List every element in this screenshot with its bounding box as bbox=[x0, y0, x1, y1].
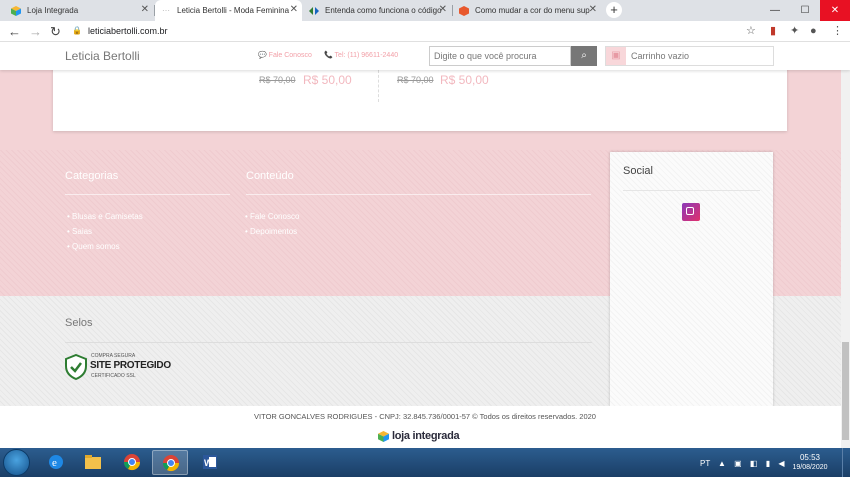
pdf-extension-icon[interactable]: ▮ bbox=[770, 24, 776, 39]
taskbar-word[interactable]: W bbox=[192, 450, 228, 475]
phone-info: 📞 Tel: (11) 96611-2440 bbox=[324, 51, 398, 59]
tab-loja-integrada[interactable]: Loja Integrada ✕ bbox=[5, 0, 153, 21]
tab-entenda-codigo[interactable]: Entenda como funciona o código ✕ bbox=[303, 0, 451, 21]
bookmark-star-icon[interactable]: ☆ bbox=[746, 24, 756, 39]
divider bbox=[623, 190, 760, 191]
close-icon[interactable]: ✕ bbox=[290, 4, 298, 15]
cart-label: Carrinho vazio bbox=[631, 51, 690, 61]
seal-line2: SITE PROTEGIDO bbox=[90, 360, 171, 371]
profile-icon[interactable]: ● bbox=[810, 24, 817, 39]
extensions-puzzle-icon[interactable]: ✦ bbox=[790, 24, 799, 39]
language-indicator[interactable]: PT bbox=[700, 459, 710, 468]
new-price: R$ 50,00 bbox=[303, 73, 352, 87]
divider bbox=[246, 194, 591, 195]
close-icon[interactable]: ✕ bbox=[589, 4, 597, 15]
divider bbox=[65, 194, 230, 195]
contact-link[interactable]: 💬 Fale Conosco bbox=[258, 51, 312, 59]
back-button[interactable]: ← bbox=[8, 23, 21, 40]
shield-check-icon bbox=[65, 354, 87, 380]
product-divider bbox=[378, 70, 379, 102]
minimize-button[interactable]: — bbox=[760, 0, 790, 21]
old-price: R$ 70,00 bbox=[397, 75, 434, 85]
file-explorer-icon bbox=[85, 455, 101, 469]
conteudo-title: Conteúdo bbox=[246, 170, 294, 182]
svg-text:e: e bbox=[52, 457, 57, 469]
menu-dots-icon[interactable]: ⋮ bbox=[832, 24, 843, 39]
footer-link-saias[interactable]: Saias bbox=[67, 227, 92, 236]
brand-text: loja integrada bbox=[392, 430, 460, 442]
web-page: R$ 70,00 R$ 50,00 R$ 70,00 R$ 50,00 Leti… bbox=[0, 42, 850, 448]
cart-icon: ▣ bbox=[606, 47, 626, 65]
tab-mudar-cor-menu[interactable]: Como mudar a cor do menu sup ✕ bbox=[453, 0, 601, 21]
copyright-text: VITOR GONCALVES RODRIGUES - CNPJ: 32.845… bbox=[254, 412, 596, 421]
tab-title: Loja Integrada bbox=[27, 6, 79, 15]
footer-link-blusas[interactable]: Blusas e Camisetas bbox=[67, 212, 143, 221]
close-window-button[interactable]: ✕ bbox=[820, 0, 850, 21]
close-icon[interactable]: ✕ bbox=[439, 4, 447, 15]
chat-icon: 💬 bbox=[258, 52, 269, 59]
tab-title: Leticia Bertolli - Moda Feminina bbox=[177, 6, 290, 15]
reload-button[interactable]: ↻ bbox=[50, 23, 61, 40]
new-price: R$ 50,00 bbox=[440, 73, 489, 87]
tab-title: Entenda como funciona o código bbox=[325, 6, 442, 15]
tab-leticia-bertolli[interactable]: ⋯ Leticia Bertolli - Moda Feminina ✕ bbox=[155, 0, 302, 21]
browser-tab-bar: Loja Integrada ✕ ⋯ Leticia Bertolli - Mo… bbox=[0, 0, 850, 21]
selos-title: Selos bbox=[65, 317, 93, 329]
forward-button[interactable]: → bbox=[29, 23, 42, 40]
svg-text:W: W bbox=[204, 458, 213, 468]
loja-integrada-logo[interactable]: loja integrada bbox=[378, 429, 460, 443]
divider bbox=[65, 342, 592, 343]
old-price: R$ 70,00 bbox=[259, 75, 296, 85]
phone-label: Tel: (11) 96611-2440 bbox=[334, 52, 399, 59]
social-panel: Social bbox=[610, 152, 773, 406]
taskbar-file-explorer[interactable] bbox=[75, 450, 111, 475]
loja-integrada-cube-icon bbox=[11, 5, 21, 16]
site-protegido-seal[interactable]: COMPRA SEGURA SITE PROTEGIDO CERTIFICADO… bbox=[65, 352, 171, 382]
tab-title: Como mudar a cor do menu sup bbox=[475, 6, 590, 15]
footer-bottom: VITOR GONCALVES RODRIGUES - CNPJ: 32.845… bbox=[0, 406, 850, 448]
word-icon: W bbox=[203, 455, 217, 469]
chrome-icon bbox=[162, 455, 180, 472]
scrollbar-thumb[interactable] bbox=[842, 342, 849, 440]
site-header: Leticia Bertolli 💬 Fale Conosco 📞 Tel: (… bbox=[0, 42, 850, 70]
windows-taskbar: e W PT ▲ ▣ ◧ ▮ ◀ 05:53 19/08/2020 bbox=[0, 448, 850, 477]
chrome-icon bbox=[123, 454, 141, 471]
social-title: Social bbox=[623, 165, 653, 177]
page-scrollbar[interactable] bbox=[841, 42, 850, 448]
lock-icon[interactable]: 🔒 bbox=[72, 26, 82, 35]
site-title[interactable]: Leticia Bertolli bbox=[65, 49, 140, 63]
footer-link-depoimentos[interactable]: Depoimentos bbox=[245, 227, 297, 236]
clock-time[interactable]: 05:53 bbox=[790, 453, 830, 462]
cart-button[interactable]: ▣ Carrinho vazio bbox=[605, 46, 774, 66]
search-button[interactable]: ⌕ bbox=[571, 46, 597, 66]
categorias-title: Categorias bbox=[65, 170, 119, 182]
close-icon[interactable]: ✕ bbox=[141, 4, 149, 15]
system-tray-icons[interactable]: ▲ ▣ ◧ ▮ ◀ bbox=[718, 459, 787, 468]
start-button[interactable] bbox=[3, 449, 30, 476]
clock-date[interactable]: 19/08/2020 bbox=[790, 464, 830, 471]
seal-line1: COMPRA SEGURA bbox=[91, 353, 136, 359]
search-input[interactable] bbox=[429, 46, 571, 66]
phone-icon: 📞 bbox=[324, 52, 335, 59]
url-field[interactable]: leticiabertolli.com.br bbox=[88, 26, 168, 36]
new-tab-button[interactable]: + bbox=[606, 2, 622, 18]
show-desktop-button[interactable] bbox=[842, 448, 850, 477]
seal-line3: CERTIFICADO SSL bbox=[91, 373, 136, 379]
instagram-icon[interactable] bbox=[682, 203, 700, 221]
loja-integrada-cube-icon bbox=[378, 430, 389, 442]
address-bar: ← → ↻ 🔒 leticiabertolli.com.br ☆ ▮ ✦ ● ⋮ bbox=[0, 21, 850, 42]
footer-link-quem-somos[interactable]: Quem somos bbox=[67, 242, 120, 251]
site-icon: ⋯ bbox=[162, 6, 170, 15]
taskbar-internet-explorer[interactable]: e bbox=[38, 450, 74, 475]
cube-icon bbox=[459, 5, 469, 16]
taskbar-chrome-active[interactable] bbox=[152, 450, 188, 475]
contact-label: Fale Conosco bbox=[268, 52, 312, 59]
taskbar-chrome[interactable] bbox=[114, 450, 150, 475]
internet-explorer-icon: e bbox=[49, 455, 63, 469]
maximize-button[interactable]: ☐ bbox=[790, 0, 820, 21]
footer-link-fale-conosco[interactable]: Fale Conosco bbox=[245, 212, 299, 221]
code-icon bbox=[309, 6, 319, 16]
